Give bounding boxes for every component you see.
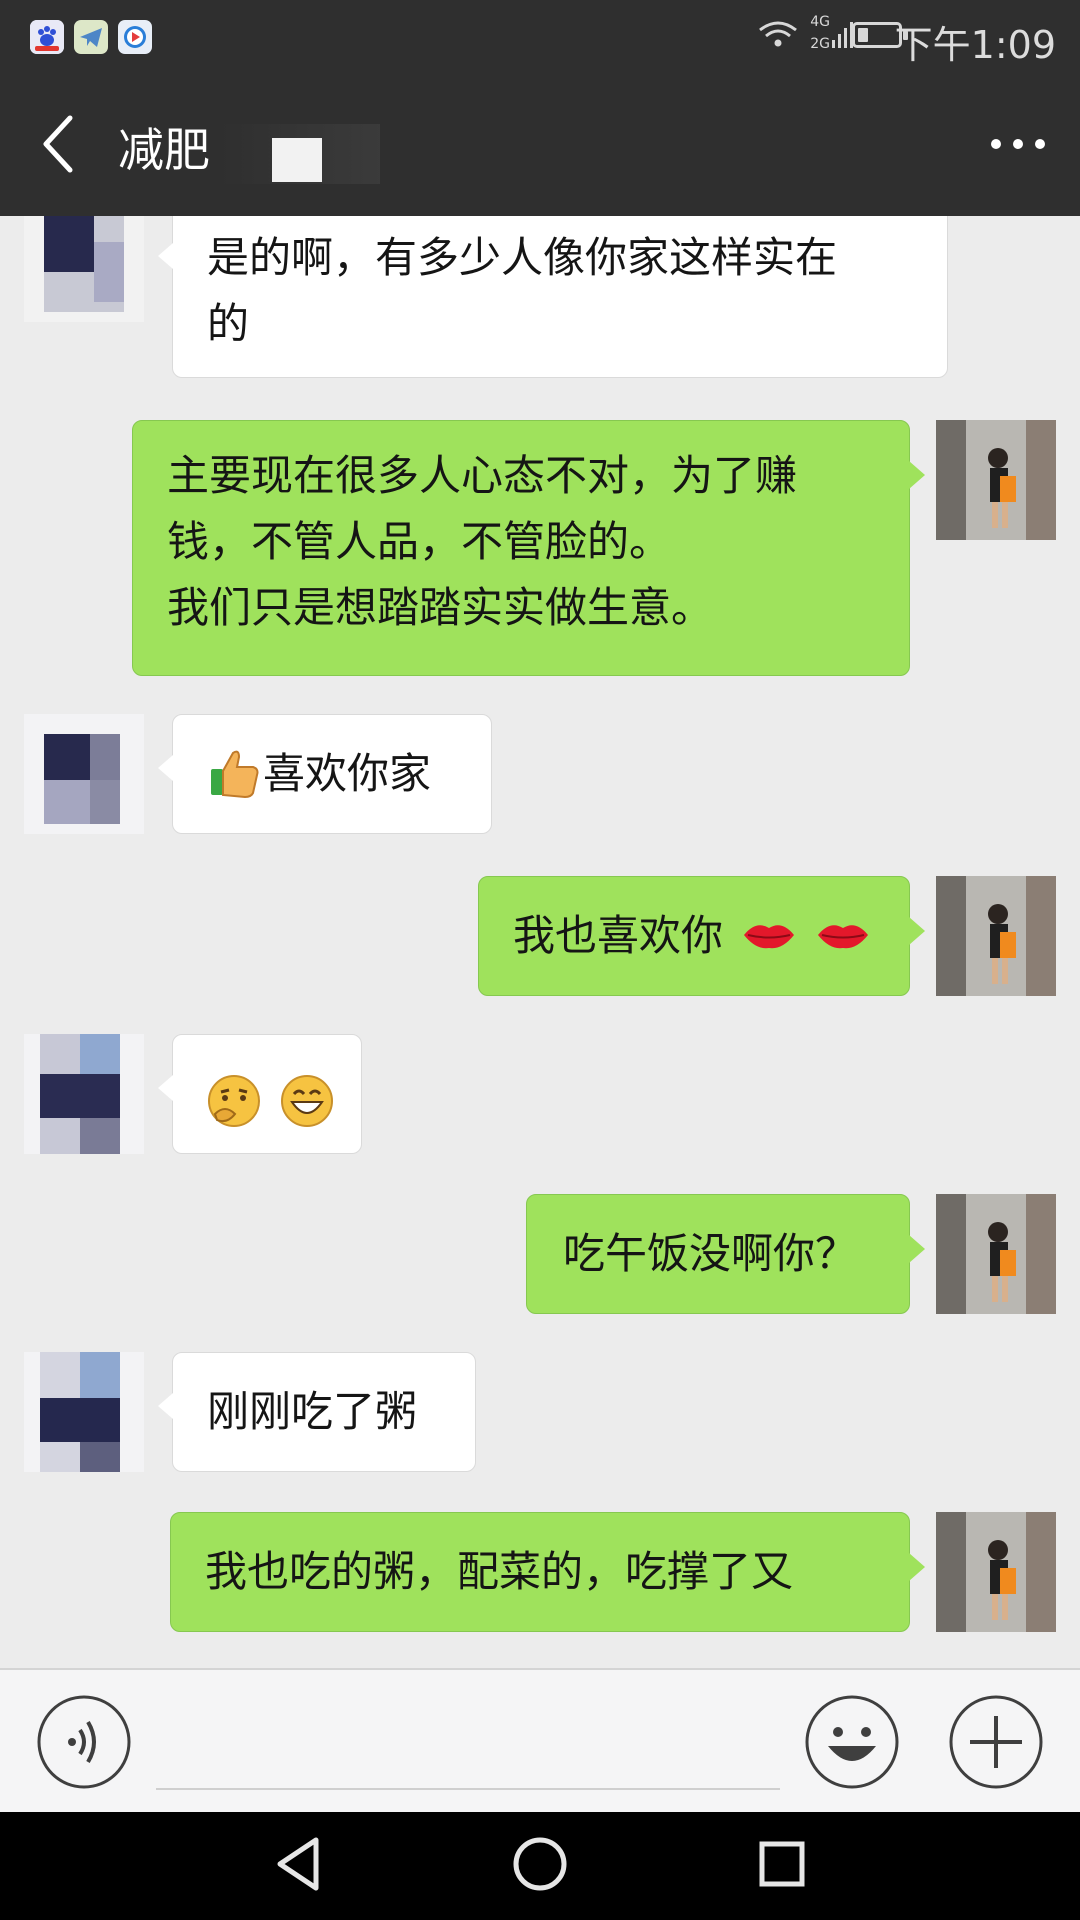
message-input[interactable] [156, 1788, 780, 1790]
my-avatar[interactable] [936, 1194, 1056, 1314]
message-bubble-incoming[interactable] [158, 1034, 362, 1154]
message-bubble-outgoing[interactable]: 我也喜欢你 [478, 876, 925, 996]
my-avatar[interactable] [936, 876, 1056, 996]
my-avatar[interactable] [936, 420, 1056, 540]
system-navigation-bar [0, 1812, 1080, 1920]
thumbs-up-icon [211, 750, 259, 798]
emoji-icon[interactable] [804, 1694, 900, 1790]
voice-icon[interactable] [36, 1694, 132, 1790]
contact-avatar[interactable] [24, 1034, 144, 1154]
message-bubble-outgoing[interactable]: 吃午饭没啊你？ [526, 1194, 925, 1314]
plus-icon[interactable] [948, 1694, 1044, 1790]
chat-title: 减肥 [118, 123, 210, 177]
lips-icon [817, 924, 868, 948]
message-text-line: 主要现在很多人心态不对，为了赚 [167, 451, 798, 500]
video-icon [118, 20, 152, 54]
input-bar [0, 1668, 1080, 1814]
clock: 下午1:09 [894, 23, 1056, 67]
message-text: 喜欢你家 [263, 749, 432, 798]
message-text: 吃午饭没啊你？ [563, 1229, 858, 1278]
thinking-face-icon [208, 1074, 260, 1127]
message-bubble-outgoing[interactable]: 我也吃的粥，配菜的，吃撑了又 [170, 1512, 925, 1632]
back-arrow-icon[interactable] [30, 106, 90, 182]
grinning-face-icon [281, 1074, 334, 1127]
network-type-2g: 2G [810, 36, 830, 52]
recents-square-icon[interactable] [752, 1834, 812, 1894]
contact-avatar[interactable] [24, 216, 144, 322]
network-type-4g: 4G [810, 14, 830, 30]
message-bubble-incoming[interactable]: 喜欢你家 [158, 714, 492, 834]
signal-bars-icon [832, 22, 853, 48]
more-icon[interactable] [982, 114, 1054, 174]
lips-icon [744, 924, 795, 948]
message-text: 我也喜欢你 [513, 911, 724, 960]
status-bar: 4G 2G 下午1:09 [0, 0, 1080, 72]
battery-level [858, 28, 868, 42]
message-text-line: 钱，不管人品，不管脸的。 [167, 517, 672, 566]
title-redaction [272, 138, 322, 182]
contact-avatar[interactable] [24, 1352, 144, 1472]
baidu-icon [30, 20, 64, 54]
message-text-line: 我们只是想踏踏实实做生意。 [167, 583, 714, 632]
my-avatar[interactable] [936, 1512, 1056, 1632]
telegram-icon [74, 20, 108, 54]
message-bubble-incoming[interactable]: 刚刚吃了粥 [158, 1352, 476, 1472]
message-bubble-outgoing[interactable]: 主要现在很多人心态不对，为了赚 钱，不管人品，不管脸的。 我们只是想踏踏实实做生… [132, 420, 925, 676]
message-bubble-incoming[interactable]: 是的啊，有多少人像你家这样实在 的 [158, 216, 948, 378]
chat-header: 减肥 [0, 72, 1080, 216]
message-text-line: 的 [207, 299, 250, 348]
message-text-line: 是的啊，有多少人像你家这样实在 [207, 233, 838, 282]
message-text: 我也吃的粥，配菜的，吃撑了又 [205, 1547, 794, 1596]
home-circle-icon[interactable] [510, 1834, 570, 1894]
message-list[interactable]: 是的啊，有多少人像你家这样实在 的 主要现在很多人心态不对，为了赚 钱，不管人品… [0, 216, 1080, 1668]
message-text: 刚刚吃了粥 [207, 1387, 418, 1436]
back-triangle-icon[interactable] [270, 1834, 330, 1894]
contact-avatar[interactable] [24, 714, 144, 834]
